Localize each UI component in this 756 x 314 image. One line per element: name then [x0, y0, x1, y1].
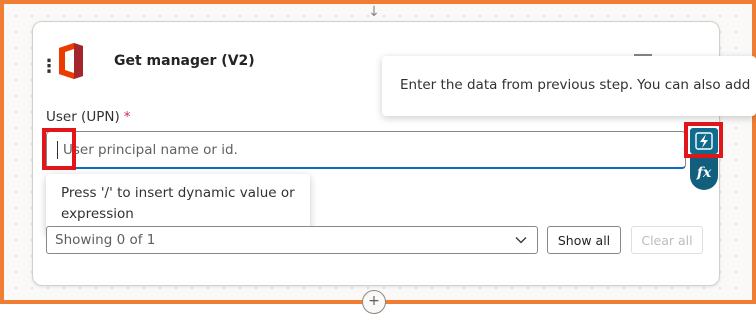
add-step-icon[interactable]: + [362, 290, 386, 314]
user-upn-label: User (UPN) * [46, 109, 130, 125]
more-vertical-icon[interactable]: ⋮ [40, 56, 58, 78]
select-value: Showing 0 of 1 [55, 232, 156, 248]
user-upn-field[interactable] [46, 131, 686, 169]
highlight-box-dynamic-button [684, 122, 723, 158]
label-text: User (UPN) [46, 109, 120, 125]
action-title: Get manager (V2) [114, 53, 255, 69]
office-365-icon [56, 42, 86, 80]
highlight-box-input-start [42, 128, 76, 170]
insert-hint-popup: Press '/' to insert dynamic value or exp… [46, 174, 310, 234]
connector-arrow-icon: ↓ [368, 4, 380, 20]
hint-text: Press '/' to insert dynamic value or exp… [61, 185, 295, 222]
tooltip-text: Enter the data from previous step. You c… [400, 77, 751, 93]
advanced-parameters-select[interactable]: Showing 0 of 1 [46, 226, 538, 254]
show-all-button[interactable]: Show all [547, 226, 621, 254]
clear-all-button[interactable]: Clear all [631, 226, 703, 254]
chevron-down-icon [515, 237, 527, 244]
dynamic-content-tooltip: Enter the data from previous step. You c… [382, 56, 756, 116]
expression-button[interactable]: fx [690, 158, 718, 190]
user-upn-input[interactable] [61, 132, 675, 168]
required-marker: * [123, 109, 131, 125]
